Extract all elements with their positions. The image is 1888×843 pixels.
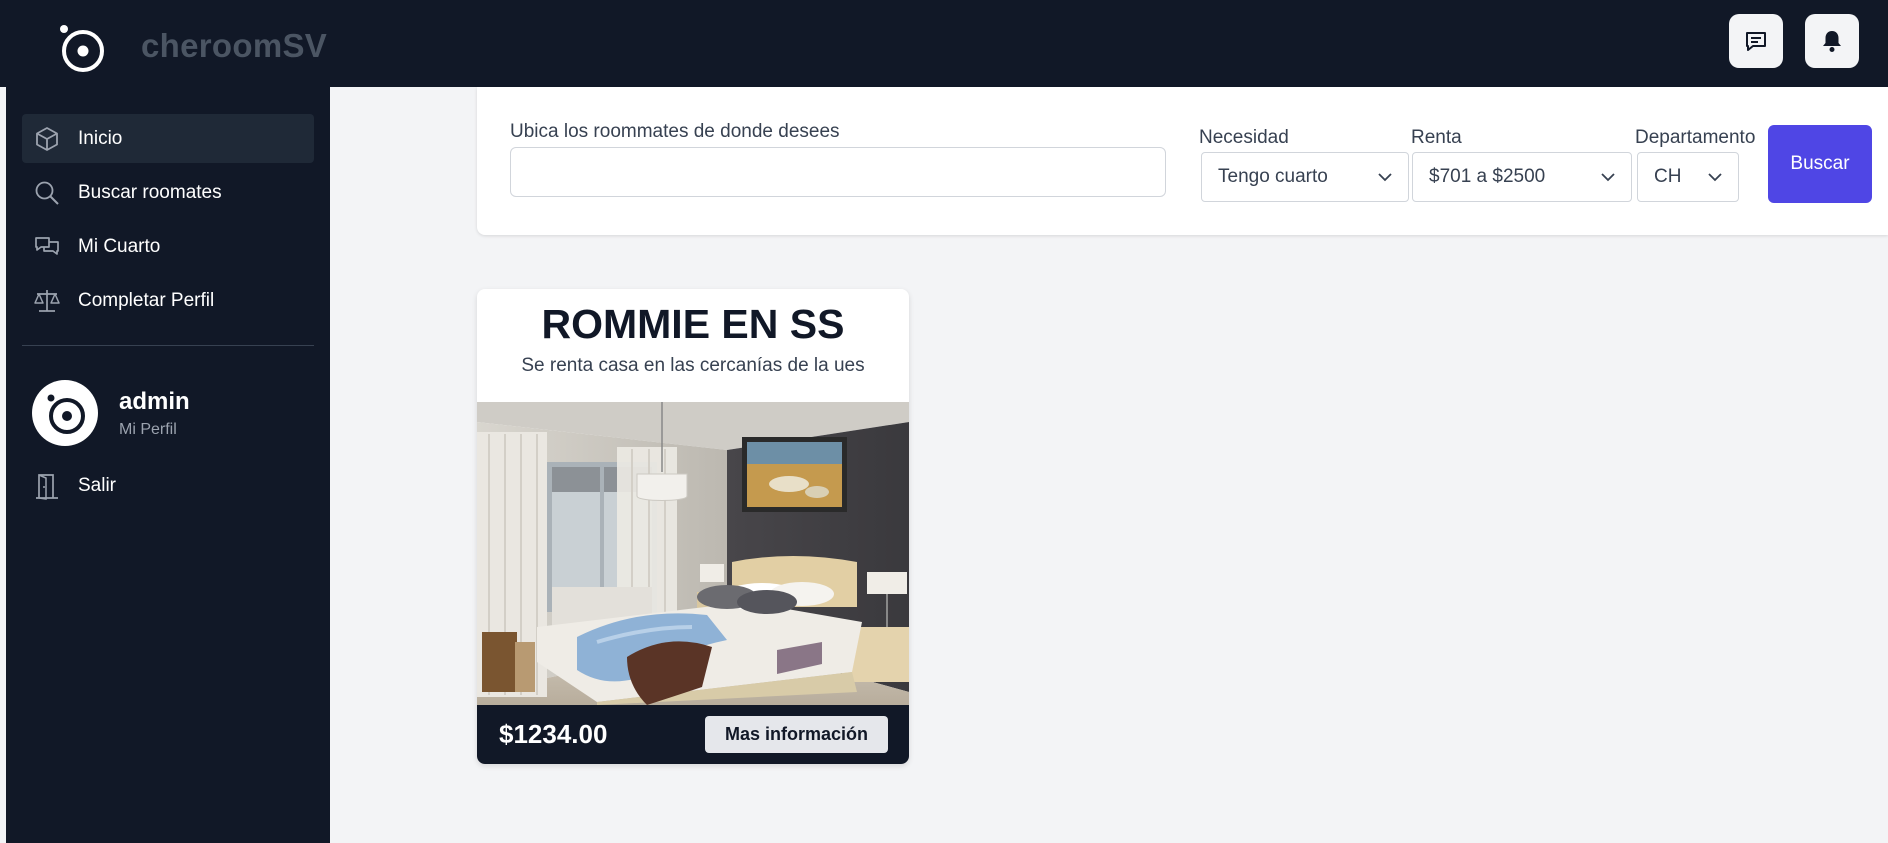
message-icon <box>1746 32 1766 51</box>
sidebar-item-mi-cuarto[interactable]: Mi Cuarto <box>22 222 314 271</box>
sidebar: Inicio Buscar roomates Mi Cuarto Complet… <box>6 87 330 843</box>
sidebar-item-completar-perfil[interactable]: Completar Perfil <box>22 276 314 325</box>
listing-footer: $1234.00 Mas información <box>477 705 909 764</box>
necesidad-select[interactable]: Tengo cuarto <box>1201 152 1409 202</box>
search-button[interactable]: Buscar <box>1768 125 1872 203</box>
bell-icon <box>1823 31 1841 52</box>
chevron-down-icon <box>1601 172 1615 181</box>
renta-select[interactable]: $701 a $2500 <box>1412 152 1632 202</box>
search-icon <box>32 178 62 208</box>
departamento-select[interactable]: CH <box>1637 152 1739 202</box>
top-bar: cheroomSV <box>0 0 1888 87</box>
more-info-button[interactable]: Mas información <box>705 716 888 753</box>
door-icon <box>32 471 62 501</box>
messages-button[interactable] <box>1729 14 1783 68</box>
location-input[interactable] <box>510 147 1166 197</box>
departamento-label: Departamento <box>1635 127 1756 148</box>
avatar[interactable] <box>32 380 98 446</box>
profile-link[interactable]: Mi Perfil <box>119 421 177 439</box>
listing-photo[interactable] <box>477 402 909 705</box>
sidebar-divider <box>22 345 314 346</box>
cube-icon <box>32 124 62 154</box>
profile-name[interactable]: admin <box>119 388 190 416</box>
necesidad-label: Necesidad <box>1199 127 1289 148</box>
brand-name[interactable]: cheroomSV <box>141 27 327 65</box>
renta-value: $701 a $2500 <box>1429 166 1546 187</box>
necesidad-value: Tengo cuarto <box>1218 166 1328 187</box>
logout-label: Salir <box>78 474 117 496</box>
listing-card: ROMMIE EN SS Se renta casa en las cercan… <box>477 289 909 764</box>
renta-label: Renta <box>1411 127 1462 148</box>
listing-description: Se renta casa en las cercanías de la ues <box>521 355 865 376</box>
sidebar-item-label: Mi Cuarto <box>78 235 161 257</box>
sidebar-item-label: Completar Perfil <box>78 289 215 311</box>
listing-price: $1234.00 <box>499 719 608 749</box>
brand-logo-icon[interactable] <box>56 22 108 74</box>
sidebar-item-label: Inicio <box>78 127 123 149</box>
scale-icon <box>32 286 62 316</box>
chevron-down-icon <box>1708 172 1722 181</box>
listing-title: ROMMIE EN SS <box>541 301 845 347</box>
sidebar-item-buscar-roomates[interactable]: Buscar roomates <box>22 168 314 217</box>
sidebar-item-inicio[interactable]: Inicio <box>22 114 314 163</box>
search-panel: Ubica los roommates de donde desees Nece… <box>477 87 1888 235</box>
logout-button[interactable]: Salir <box>22 461 314 510</box>
location-label: Ubica los roommates de donde desees <box>510 121 840 142</box>
chat-bubbles-icon <box>32 232 62 262</box>
notifications-button[interactable] <box>1805 14 1859 68</box>
sidebar-item-label: Buscar roomates <box>78 181 222 203</box>
chevron-down-icon <box>1378 172 1392 181</box>
departamento-value: CH <box>1654 166 1682 187</box>
